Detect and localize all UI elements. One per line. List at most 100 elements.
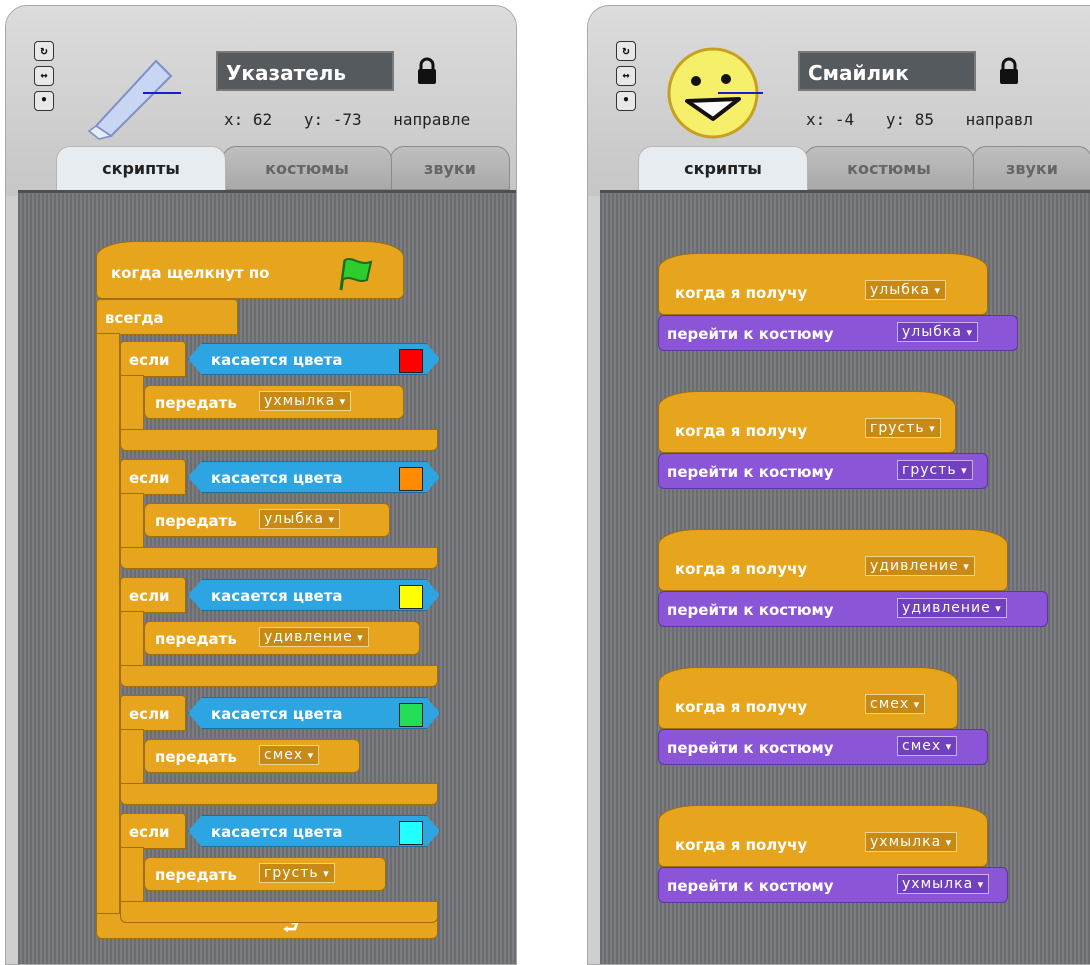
tab-sounds[interactable]: звуки: [390, 146, 510, 190]
forever-label: всегда: [105, 309, 164, 327]
touching-color-label: касается цвета: [211, 823, 343, 841]
receive-label: когда я получу: [675, 560, 808, 578]
tab-costumes[interactable]: костюмы: [804, 146, 974, 190]
message-dropdown[interactable]: грусть: [865, 418, 941, 438]
color-swatch[interactable]: [399, 821, 423, 845]
forever-block-arm: [96, 333, 120, 917]
switch-costume-label: перейти к костюму: [667, 877, 834, 895]
script-area[interactable]: когда я получу улыбка перейти к костюму улы…: [600, 190, 1090, 964]
rotate-icon[interactable]: ↻: [34, 41, 54, 61]
broadcast-label: передать: [155, 394, 237, 412]
broadcast-block[interactable]: передать смех: [144, 739, 360, 773]
when-i-receive-block[interactable]: когда я получу грусть: [658, 391, 956, 453]
switch-costume-block[interactable]: перейти к костюму смех: [658, 729, 988, 765]
tab-costumes[interactable]: костюмы: [222, 146, 392, 190]
hat-label: когда щелкнут по: [111, 264, 270, 282]
broadcast-block[interactable]: передать удивление: [144, 621, 420, 655]
sprite-name-field[interactable]: Смайлик: [798, 51, 976, 91]
forever-block[interactable]: всегда: [96, 299, 238, 335]
message-dropdown[interactable]: улыбка: [259, 509, 340, 529]
message-dropdown[interactable]: удивление: [865, 556, 975, 576]
lock-icon[interactable]: [414, 56, 440, 86]
touching-color-block[interactable]: касается цвета: [188, 579, 440, 611]
no-rotate-icon[interactable]: •: [34, 91, 54, 111]
y-coordinate: y: -73: [303, 110, 362, 129]
costume-dropdown[interactable]: улыбка: [897, 322, 978, 342]
sprite-coordinates: x: -4 y: 85 направл: [806, 110, 1055, 129]
no-rotate-icon[interactable]: •: [616, 91, 636, 111]
touching-color-block[interactable]: касается цвета: [188, 815, 440, 847]
touching-color-block[interactable]: касается цвета: [188, 461, 440, 493]
color-swatch[interactable]: [399, 585, 423, 609]
switch-costume-label: перейти к костюму: [667, 463, 834, 481]
broadcast-block[interactable]: передать ухмылка: [144, 385, 404, 419]
sprite-coordinates: x: 62 y: -73 направле: [224, 110, 492, 129]
tab-scripts[interactable]: скрипты: [56, 146, 226, 190]
tab-scripts[interactable]: скрипты: [638, 146, 808, 190]
direction-label: направле: [393, 110, 471, 129]
message-dropdown[interactable]: смех: [259, 745, 320, 765]
sprite-panel-right: ↻ ↔ • Смайлик x: -4 y: 85 направл звуки …: [587, 5, 1090, 965]
message-dropdown[interactable]: улыбка: [865, 280, 946, 300]
rotation-style-buttons: ↻ ↔ •: [616, 41, 638, 116]
sprite-name-field[interactable]: Указатель: [216, 51, 394, 91]
touching-color-label: касается цвета: [211, 469, 343, 487]
costume-dropdown[interactable]: удивление: [897, 598, 1007, 618]
if-block[interactable]: если: [120, 695, 186, 731]
costume-dropdown[interactable]: грусть: [897, 460, 973, 480]
when-flag-clicked-block[interactable]: когда щелкнут по: [96, 241, 404, 299]
if-block-end: [120, 429, 438, 451]
if-block[interactable]: если: [120, 577, 186, 613]
touching-color-label: касается цвета: [211, 705, 343, 723]
tab-sounds[interactable]: звуки: [972, 146, 1090, 190]
broadcast-label: передать: [155, 748, 237, 766]
if-block-end: [120, 665, 438, 687]
costume-dropdown[interactable]: ухмылка: [897, 874, 990, 894]
message-dropdown[interactable]: ухмылка: [259, 391, 352, 411]
switch-costume-label: перейти к костюму: [667, 739, 834, 757]
switch-costume-label: перейти к костюму: [667, 601, 834, 619]
touching-color-block[interactable]: касается цвета: [188, 697, 440, 729]
color-swatch[interactable]: [399, 703, 423, 727]
when-i-receive-block[interactable]: когда я получу смех: [658, 667, 958, 729]
x-coordinate: x: -4: [806, 110, 855, 129]
if-block-end: [120, 901, 438, 923]
broadcast-block[interactable]: передать грусть: [144, 857, 386, 891]
message-dropdown[interactable]: грусть: [259, 863, 335, 883]
broadcast-block[interactable]: передать улыбка: [144, 503, 390, 537]
direction-label: направл: [965, 110, 1034, 129]
switch-costume-block[interactable]: перейти к костюму удивление: [658, 591, 1048, 627]
y-coordinate: y: 85: [885, 110, 934, 129]
when-i-receive-block[interactable]: когда я получу улыбка: [658, 253, 988, 315]
x-coordinate: x: 62: [224, 110, 273, 129]
receive-label: когда я получу: [675, 422, 808, 440]
if-block[interactable]: если: [120, 341, 186, 377]
left-right-icon[interactable]: ↔: [616, 66, 636, 86]
switch-costume-block[interactable]: перейти к костюму ухмылка: [658, 867, 1008, 903]
message-dropdown[interactable]: ухмылка: [865, 832, 958, 852]
pointer-sprite-thumbnail: [87, 59, 181, 140]
if-block-end: [120, 783, 438, 805]
touching-color-block[interactable]: касается цвета: [188, 343, 440, 375]
switch-costume-label: перейти к костюму: [667, 325, 834, 343]
broadcast-label: передать: [155, 630, 237, 648]
left-right-icon[interactable]: ↔: [34, 66, 54, 86]
message-dropdown[interactable]: удивление: [259, 627, 369, 647]
switch-costume-block[interactable]: перейти к костюму улыбка: [658, 315, 1018, 351]
if-label: если: [129, 469, 170, 487]
color-swatch[interactable]: [399, 349, 423, 373]
broadcast-label: передать: [155, 512, 237, 530]
when-i-receive-block[interactable]: когда я получу удивление: [658, 529, 1008, 591]
rotate-icon[interactable]: ↻: [616, 41, 636, 61]
message-dropdown[interactable]: смех: [865, 694, 926, 714]
script-area[interactable]: когда щелкнут по всегда ⮐ если касается ц…: [18, 190, 516, 964]
touching-color-label: касается цвета: [211, 351, 343, 369]
if-block[interactable]: если: [120, 813, 186, 849]
lock-icon[interactable]: [996, 56, 1022, 86]
switch-costume-block[interactable]: перейти к костюму грусть: [658, 453, 988, 489]
when-i-receive-block[interactable]: когда я получу ухмылка: [658, 805, 988, 867]
if-block[interactable]: если: [120, 459, 186, 495]
touching-color-label: касается цвета: [211, 587, 343, 605]
color-swatch[interactable]: [399, 467, 423, 491]
costume-dropdown[interactable]: смех: [897, 736, 958, 756]
